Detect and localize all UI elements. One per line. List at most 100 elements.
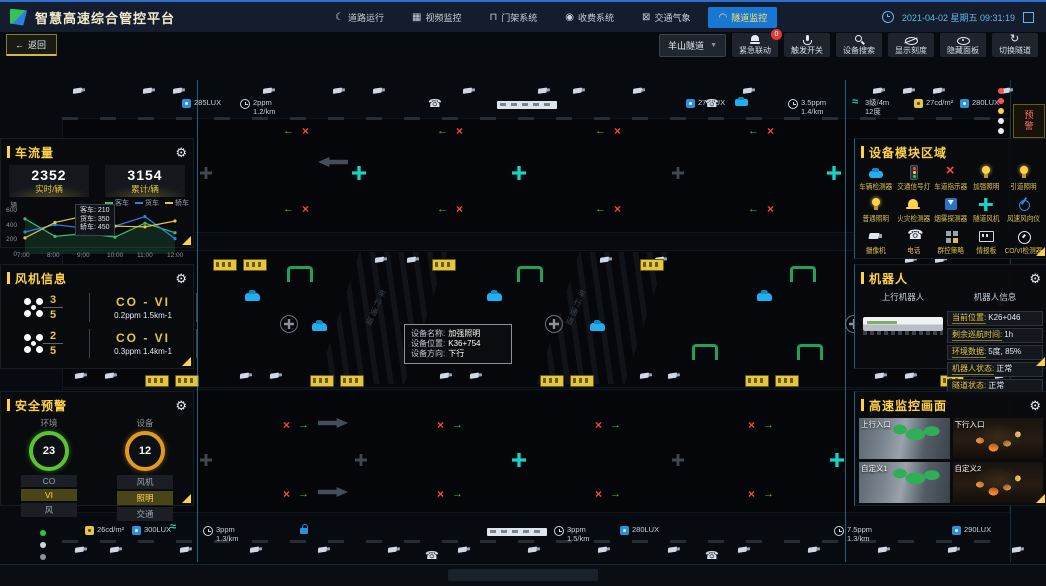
- lux-sensor[interactable]: 300LUX: [132, 526, 171, 535]
- cctv-camera-icon[interactable]: [597, 544, 610, 556]
- gear-icon[interactable]: ⚙: [1029, 399, 1041, 412]
- cctv-camera-icon[interactable]: [109, 544, 122, 556]
- warning-item-VI[interactable]: VI: [21, 489, 77, 501]
- cctv-camera-icon[interactable]: [74, 370, 87, 382]
- cctv-camera-icon[interactable]: [932, 85, 945, 97]
- device-群控策略[interactable]: 群控策略: [932, 229, 970, 256]
- 设备搜索-button[interactable]: 设备搜索: [836, 33, 882, 57]
- clock-sensor[interactable]: 3ppm1.5/km: [554, 526, 590, 543]
- cctv-camera-icon[interactable]: [332, 85, 345, 97]
- phone-icon[interactable]: [428, 94, 442, 112]
- lux-sensor[interactable]: 270LUX: [686, 99, 725, 108]
- cctv-camera-icon[interactable]: [807, 544, 820, 556]
- cctv-camera-icon[interactable]: [742, 85, 755, 97]
- gantry-icon[interactable]: [692, 344, 718, 360]
- gantry-icon[interactable]: [287, 266, 313, 282]
- cctv-camera-icon[interactable]: [262, 85, 275, 97]
- info-board-icon[interactable]: [570, 375, 594, 387]
- message-board-icon[interactable]: [487, 528, 547, 536]
- phone-icon[interactable]: [425, 546, 439, 564]
- device-风速风向仪[interactable]: 风速风向仪: [1002, 197, 1045, 224]
- jet-fan-icon[interactable]: [512, 166, 526, 180]
- jet-fan-icon[interactable]: [830, 453, 844, 467]
- lux-sensor[interactable]: 280LUX: [620, 526, 659, 535]
- info-board-icon[interactable]: [213, 259, 237, 271]
- cctv-camera-icon[interactable]: [599, 254, 612, 266]
- nav-item-视频监控[interactable]: ▦视频监控: [402, 7, 471, 28]
- cctv-camera-icon[interactable]: [457, 544, 470, 556]
- info-board-icon[interactable]: [432, 259, 456, 271]
- info-board-icon[interactable]: [540, 375, 564, 387]
- info-board-icon[interactable]: [640, 259, 664, 271]
- cctv-camera-icon[interactable]: [462, 85, 475, 97]
- gear-icon[interactable]: ⚙: [175, 399, 187, 412]
- device-隧道风机[interactable]: 隧道风机: [970, 197, 1003, 224]
- nav-item-隧道监控-active[interactable]: ◠隧道监控: [708, 7, 777, 28]
- cctv-camera-icon[interactable]: [179, 544, 192, 556]
- vehicle-icon[interactable]: [245, 293, 260, 301]
- info-board-icon[interactable]: [310, 375, 334, 387]
- cctv-camera-icon[interactable]: [667, 544, 680, 556]
- device-火灾检测器[interactable]: 火灾检测器: [895, 197, 933, 224]
- 触发开关-button[interactable]: 触发开关: [784, 33, 830, 57]
- back-button[interactable]: ←返回: [6, 34, 57, 56]
- cd-sensor[interactable]: 26cd/m²: [85, 526, 124, 535]
- camera-view-自定义2[interactable]: 自定义2: [953, 462, 1044, 503]
- jet-fan-icon[interactable]: [512, 453, 526, 467]
- cctv-camera-icon[interactable]: [632, 85, 645, 97]
- cctv-camera-icon[interactable]: [469, 370, 482, 382]
- cctv-camera-icon[interactable]: [239, 370, 252, 382]
- warning-item-CO[interactable]: CO: [21, 475, 77, 487]
- wind-sensor[interactable]: [170, 524, 180, 534]
- nav-item-收费系统[interactable]: ◉收费系统: [555, 7, 624, 28]
- nav-item-门架系统[interactable]: ⊓门架系统: [479, 7, 547, 28]
- nav-item-交通气象[interactable]: ⊠交通气象: [632, 7, 700, 28]
- side-warning-tab[interactable]: 预警: [1013, 104, 1045, 138]
- lux-sensor[interactable]: 290LUX: [952, 526, 991, 535]
- cctv-camera-icon[interactable]: [527, 544, 540, 556]
- clock-sensor[interactable]: 2ppm1.2/km: [240, 99, 276, 116]
- cctv-camera-icon[interactable]: [737, 544, 750, 556]
- device-加强照明[interactable]: 加强照明: [970, 165, 1003, 192]
- tunnel-select[interactable]: 羊山隧道▼: [659, 34, 726, 57]
- cctv-camera-icon[interactable]: [572, 85, 585, 97]
- cctv-camera-icon[interactable]: [947, 544, 960, 556]
- device-车道指示器[interactable]: 车道指示器: [932, 165, 970, 192]
- camera-view-自定义1[interactable]: 自定义1: [859, 462, 950, 503]
- cctv-camera-icon[interactable]: [72, 85, 85, 97]
- cctv-camera-icon[interactable]: [1011, 544, 1024, 556]
- cctv-camera-icon[interactable]: [249, 544, 262, 556]
- camera-view-下行入口[interactable]: 下行入口: [953, 418, 1044, 459]
- lux-sensor[interactable]: 280LUX: [960, 99, 999, 108]
- cctv-camera-icon[interactable]: [372, 85, 385, 97]
- cctv-camera-icon[interactable]: [269, 370, 282, 382]
- info-board-icon[interactable]: [175, 375, 199, 387]
- cctv-camera-icon[interactable]: [374, 254, 387, 266]
- device-引道照明[interactable]: 引道照明: [1002, 165, 1045, 192]
- lux-sensor[interactable]: 285LUX: [182, 99, 221, 108]
- clock-sensor[interactable]: 7.5ppm1.3/km: [834, 526, 872, 543]
- message-board-icon[interactable]: [497, 101, 557, 109]
- nav-item-道路运行[interactable]: ☾道路运行: [325, 7, 394, 28]
- jet-fan-icon[interactable]: [352, 166, 366, 180]
- gantry-icon[interactable]: [517, 266, 543, 282]
- 显示刻度-button[interactable]: 显示刻度: [888, 33, 934, 57]
- gear-icon[interactable]: ⚙: [175, 146, 187, 159]
- warning-item-风[interactable]: 风: [21, 503, 77, 517]
- warning-item-风机[interactable]: 风机: [117, 475, 173, 489]
- info-board-icon[interactable]: [745, 375, 769, 387]
- cctv-camera-icon[interactable]: [537, 85, 550, 97]
- fan-circle-icon[interactable]: [280, 315, 298, 333]
- device-烟雾探测器[interactable]: 烟雾探测器: [932, 197, 970, 224]
- device-车辆检测器[interactable]: 车辆检测器: [857, 165, 895, 192]
- gantry-icon[interactable]: [797, 344, 823, 360]
- device-摄像机[interactable]: 摄像机: [857, 229, 895, 256]
- device-普通照明[interactable]: 普通照明: [857, 197, 895, 224]
- cctv-camera-icon[interactable]: [439, 370, 452, 382]
- clock-sensor[interactable]: 3ppm1.3/km: [203, 526, 239, 543]
- gear-icon[interactable]: ⚙: [1029, 272, 1041, 285]
- device-电话[interactable]: 电话: [895, 229, 933, 256]
- cctv-camera-icon[interactable]: [667, 370, 680, 382]
- info-board-icon[interactable]: [145, 375, 169, 387]
- cctv-camera-icon[interactable]: [142, 85, 155, 97]
